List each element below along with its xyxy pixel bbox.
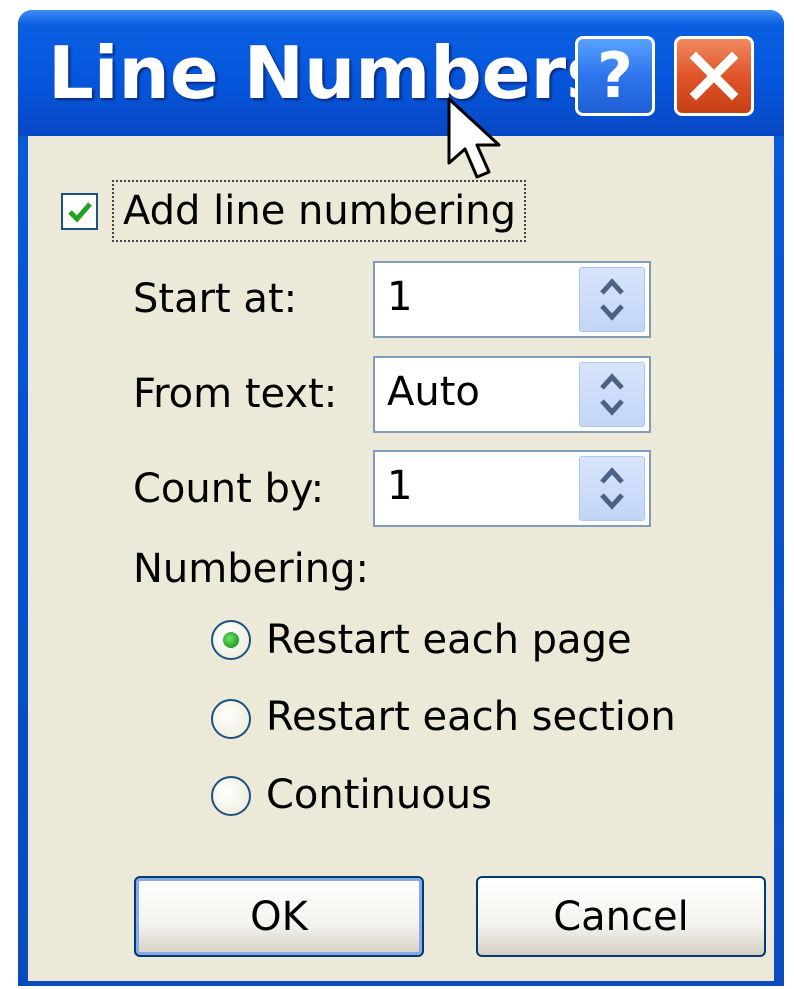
- close-icon: [689, 51, 739, 101]
- dialog-title: Line Numbers: [48, 31, 609, 115]
- continuous-label[interactable]: Continuous: [266, 772, 492, 818]
- add-line-numbering-checkbox[interactable]: [61, 193, 98, 230]
- start-at-label: Start at:: [133, 276, 298, 322]
- start-at-value[interactable]: 1: [387, 274, 412, 320]
- ok-button[interactable]: OK: [134, 876, 424, 957]
- help-icon: ?: [597, 39, 633, 112]
- start-at-spin-buttons[interactable]: [579, 267, 645, 332]
- dialog-body: Add line numbering Start at: 1 From text…: [28, 136, 774, 981]
- count-by-value[interactable]: 1: [387, 463, 412, 509]
- radio-continuous[interactable]: [211, 776, 251, 816]
- from-text-label: From text:: [133, 371, 338, 417]
- spin-arrows-icon[interactable]: [580, 268, 644, 331]
- spin-arrows-icon[interactable]: [580, 363, 644, 426]
- close-button[interactable]: [674, 36, 754, 116]
- radio-selected-dot: [223, 632, 239, 648]
- mouse-cursor-icon: [447, 97, 501, 179]
- start-at-spinner[interactable]: 1: [373, 261, 651, 338]
- cancel-button[interactable]: Cancel: [476, 876, 766, 957]
- from-text-spin-buttons[interactable]: [579, 362, 645, 427]
- restart-each-page-label[interactable]: Restart each page: [266, 617, 632, 663]
- restart-each-section-label[interactable]: Restart each section: [266, 694, 676, 740]
- from-text-spinner[interactable]: Auto: [373, 356, 651, 433]
- spin-arrows-icon[interactable]: [580, 457, 644, 520]
- title-bar[interactable]: Line Numbers ?: [18, 10, 784, 136]
- help-button[interactable]: ?: [575, 36, 655, 116]
- radio-restart-each-page[interactable]: [211, 620, 251, 660]
- count-by-spinner[interactable]: 1: [373, 450, 651, 527]
- numbering-label: Numbering:: [133, 546, 370, 592]
- add-line-numbering-label[interactable]: Add line numbering: [123, 188, 516, 234]
- from-text-value[interactable]: Auto: [387, 369, 480, 415]
- radio-restart-each-section[interactable]: [211, 699, 251, 739]
- count-by-spin-buttons[interactable]: [579, 456, 645, 521]
- dialog-window: Line Numbers ? Add line numbering Start …: [18, 10, 784, 986]
- checkmark-icon: [67, 201, 92, 223]
- count-by-label: Count by:: [133, 466, 325, 512]
